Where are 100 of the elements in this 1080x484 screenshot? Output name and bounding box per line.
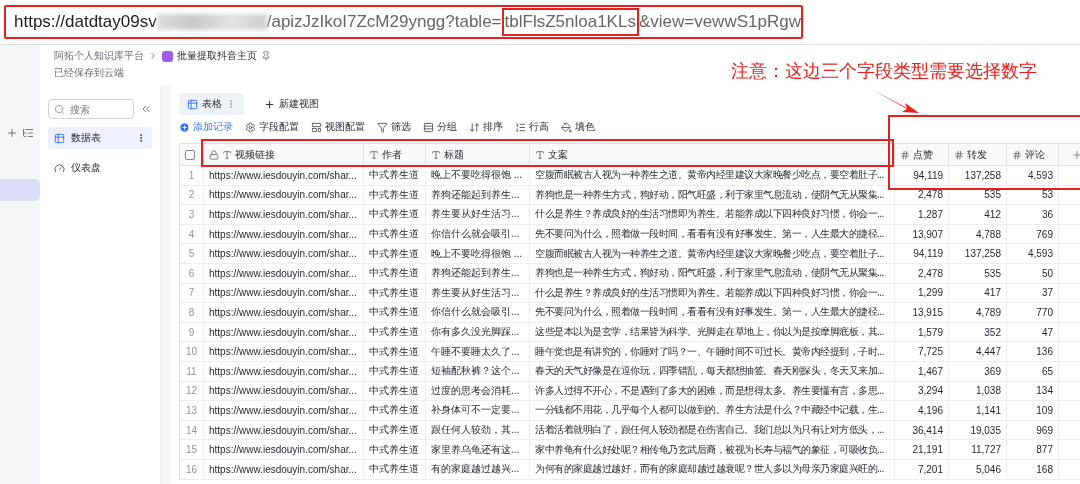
- table-cell: https://www.iesdouyin.com/shar...: [204, 185, 364, 206]
- checkbox[interactable]: [185, 149, 195, 160]
- row-number: 11: [180, 361, 204, 382]
- url-text: &view=vewwS1pRgw: [638, 12, 801, 32]
- table-cell: 36: [1007, 205, 1059, 225]
- table-cell: 先不要问为什么，照着做一段时间，看看有没有好事发生。第一，人生最大的捷径...: [530, 303, 895, 323]
- table-cell: 2,478: [895, 185, 949, 206]
- table-cell: https://www.iesdouyin.com/shar...: [204, 322, 364, 343]
- table-cell: 94,119: [895, 166, 949, 186]
- toolbar-button[interactable]: 填色: [561, 120, 595, 134]
- table-cell: 4,593: [1007, 244, 1059, 264]
- lock-icon: [209, 149, 219, 160]
- table-cell: 412: [949, 205, 1007, 225]
- column-header[interactable]: 点赞: [895, 144, 949, 166]
- toolbar-button[interactable]: 字段配置: [245, 120, 299, 134]
- column-header[interactable]: 转发: [949, 144, 1007, 166]
- text-type-icon: [431, 149, 441, 160]
- table-cell: 午睡不要睡太久了...: [426, 342, 530, 362]
- table-cell: 养狗也是一种养生方式，狗好动，阳气旺盛，利于家里气息流动，使阴气无从聚集...: [530, 185, 895, 206]
- table-cell: 168: [1007, 459, 1059, 480]
- table-cell: 136: [1007, 342, 1059, 362]
- chevron-right-icon: [148, 51, 158, 61]
- table-cell: 什么是养生？养成良好的生活习惯即为养生。若能养成以下四种良好习惯，你会一...: [530, 205, 895, 225]
- plus-icon: [264, 98, 275, 110]
- toolbar-icon: [515, 121, 526, 133]
- column-header[interactable]: 视频链接: [204, 144, 364, 166]
- row-number: 7: [180, 283, 204, 304]
- plus-icon[interactable]: [6, 127, 18, 139]
- toolbar-button[interactable]: 筛选: [377, 120, 411, 134]
- row-number: 9: [180, 322, 204, 343]
- table-cell: 417: [949, 283, 1007, 304]
- table-cell: 活着活着就明白了，跟任何人较劲都是在伤害自己。我们总以为只有让对方低头，...: [530, 420, 895, 441]
- row-number: 14: [180, 420, 204, 441]
- hash-icon: [1012, 149, 1022, 160]
- list-icon[interactable]: [22, 127, 34, 139]
- table-icon: [54, 132, 65, 144]
- row-number: 16: [180, 459, 204, 480]
- collapse-icon[interactable]: [140, 103, 152, 115]
- document-icon: [162, 50, 173, 62]
- row-number: 2: [180, 185, 204, 206]
- table-cell: https://www.iesdouyin.com/shar...: [204, 303, 364, 323]
- table-cell: 养生要从好生活习...: [426, 283, 530, 304]
- toolbar-button[interactable]: 分组: [423, 120, 457, 134]
- column-header[interactable]: 评论: [1007, 144, 1059, 166]
- toolbar-button[interactable]: 添加记录: [179, 120, 233, 134]
- row-number: 10: [180, 342, 204, 362]
- table-cell: https://www.iesdouyin.com/shar...: [204, 166, 364, 186]
- view-tab[interactable]: 新建视图: [256, 93, 327, 115]
- view-tab[interactable]: 表格: [179, 93, 244, 115]
- table-cell: 春天的天气好像是在逗你玩，四季错乱，每天都想抽签。春天刚探头，冬天又来加...: [530, 361, 895, 382]
- table-cell: 1,579: [895, 322, 949, 343]
- table-cell: 家里养乌龟还有这...: [426, 440, 530, 460]
- table-cell: 13,907: [895, 224, 949, 245]
- text-type-icon: [535, 149, 545, 160]
- column-header[interactable]: 标题: [426, 144, 530, 166]
- toolbar-icon: [245, 121, 256, 133]
- table-cell: 4,196: [895, 401, 949, 421]
- table-cell: 为何有的家庭越过越好，而有的家庭却越过越衰呢？世人多以为母亲乃家庭兴旺的...: [530, 459, 895, 480]
- add-column-icon[interactable]: [1070, 148, 1080, 161]
- table-cell: 7,725: [895, 342, 949, 362]
- table-cell: https://www.iesdouyin.com/shar...: [204, 440, 364, 460]
- table-cell: 535: [949, 185, 1007, 206]
- sidebar-item[interactable]: 仪表盘: [48, 157, 152, 179]
- table-cell: https://www.iesdouyin.com/shar...: [204, 244, 364, 264]
- toolbar-icon: [561, 121, 572, 133]
- hash-icon: [900, 149, 910, 160]
- column-header[interactable]: 文案: [530, 144, 895, 166]
- toolbar-button[interactable]: 视图配置: [311, 120, 365, 134]
- table-cell: https://www.iesdouyin.com/shar...: [204, 205, 364, 225]
- annotation-note: 注意：这边三个字段类型需要选择数字: [731, 60, 1037, 83]
- address-bar[interactable]: https://datdtay09sv /apizJzIkoI7ZcM29yngg?table= tblFlsZ5nloa1KLs &view=vewwS1pRgw: [4, 5, 803, 39]
- sidebar-item[interactable]: 数据表: [48, 127, 152, 149]
- table-cell: 中式养生道: [364, 420, 426, 441]
- toolbar-icon: [469, 121, 480, 133]
- table-cell: 中式养生道: [364, 361, 426, 382]
- table-cell: 中式养生道: [364, 322, 426, 343]
- table-cell: 空腹而眠被古人视为一种养生之道。黄帝内经里建议大家晚餐少吃点，要空着肚子...: [530, 166, 895, 186]
- selected-item-highlight: [0, 179, 40, 201]
- row-number: 13: [180, 401, 204, 421]
- table-cell: https://www.iesdouyin.com/shar...: [204, 342, 364, 362]
- table-cell: 中式养生道: [364, 283, 426, 304]
- table-cell: https://www.iesdouyin.com/shar...: [204, 401, 364, 421]
- url-text: https://datdtay09sv: [14, 12, 157, 32]
- pin-icon[interactable]: [261, 51, 271, 61]
- table-cell: 352: [949, 322, 1007, 343]
- table-cell: 137,258: [949, 244, 1007, 264]
- table-cell: 中式养生道: [364, 401, 426, 421]
- search-field[interactable]: 搜索: [48, 99, 134, 119]
- workspace-link[interactable]: 阿拓个人知识库平台: [54, 49, 144, 63]
- save-status: 已经保存到云端: [54, 66, 124, 80]
- table-cell: 过度的思考会消耗...: [426, 381, 530, 402]
- column-header[interactable]: 作者: [364, 144, 426, 166]
- table-cell: 中式养生道: [364, 381, 426, 402]
- toolbar-button[interactable]: 行高: [515, 120, 549, 134]
- table-cell: 你信什么就会吸引...: [426, 224, 530, 245]
- table-cell: 这些是本以为是玄学，结果皆为科学。光脚走在草地上，你以为是按摩脚底板，其...: [530, 322, 895, 343]
- table-cell: 137,258: [949, 166, 1007, 186]
- table-cell: 养狗也是一种养生方式，狗好动，阳气旺盛，利于家里气息流动，使阴气无从聚集...: [530, 263, 895, 284]
- toolbar-button[interactable]: 排序: [469, 120, 503, 134]
- toolbar-icon: [311, 121, 322, 133]
